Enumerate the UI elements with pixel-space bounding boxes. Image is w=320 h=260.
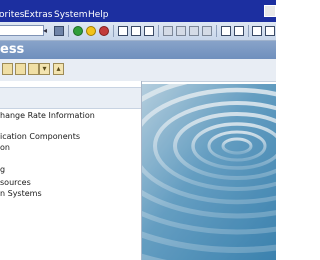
find-icon[interactable] <box>131 26 141 36</box>
tree-item[interactable]: on <box>0 143 10 152</box>
shortcut-icon[interactable] <box>234 26 244 36</box>
easy-access-image <box>142 84 276 260</box>
exit-icon[interactable] <box>86 26 96 36</box>
other-menu-icon[interactable] <box>2 63 13 75</box>
standard-toolbar: ◂ <box>0 22 276 41</box>
layout-menu-icon[interactable] <box>265 26 275 36</box>
user-menu-tree: hange Rate Information ication Component… <box>0 81 141 260</box>
tree-item[interactable]: g <box>0 165 5 174</box>
print-icon[interactable] <box>118 26 128 36</box>
water-ripple-image <box>142 84 276 260</box>
tree-item[interactable]: n Systems <box>0 189 42 198</box>
first-page-icon[interactable] <box>163 26 173 36</box>
menu-system[interactable]: System <box>54 10 88 20</box>
menu-favorites[interactable]: orites <box>0 10 24 20</box>
cancel-icon[interactable] <box>99 26 109 36</box>
menu-bar: orites Extras System Help <box>0 0 276 22</box>
tree-item[interactable]: ication Components <box>0 132 80 141</box>
toolbar-separator <box>68 25 69 37</box>
window-menu-icon[interactable] <box>264 5 276 17</box>
toolbar-separator <box>248 25 249 37</box>
application-toolbar: ▾ ▴ <box>0 59 276 82</box>
page-title: ess <box>0 42 25 57</box>
toolbar-separator <box>158 25 159 37</box>
find-next-icon[interactable] <box>144 26 154 36</box>
next-page-icon[interactable] <box>189 26 199 36</box>
command-field[interactable] <box>0 25 44 36</box>
title-bar: ess <box>0 41 276 59</box>
back-icon[interactable] <box>73 26 83 36</box>
toolbar-separator <box>216 25 217 37</box>
save-icon[interactable] <box>54 26 64 36</box>
collapse-icon[interactable]: ▴ <box>53 63 64 75</box>
help-icon[interactable] <box>252 26 262 36</box>
menu-extras[interactable]: Extras <box>24 10 52 20</box>
tree-item[interactable]: hange Rate Information <box>0 111 95 120</box>
add-favorites-icon[interactable] <box>15 63 26 75</box>
last-page-icon[interactable] <box>202 26 212 36</box>
command-field-dropdown-icon[interactable]: ◂ <box>43 26 47 35</box>
edit-icon[interactable] <box>28 63 39 75</box>
expand-icon[interactable]: ▾ <box>39 63 50 75</box>
tree-item[interactable]: sources <box>0 178 31 187</box>
tree-header <box>0 87 141 109</box>
menu-help[interactable]: Help <box>88 10 109 20</box>
previous-page-icon[interactable] <box>176 26 186 36</box>
new-session-icon[interactable] <box>221 26 231 36</box>
toolbar-separator <box>113 25 114 37</box>
